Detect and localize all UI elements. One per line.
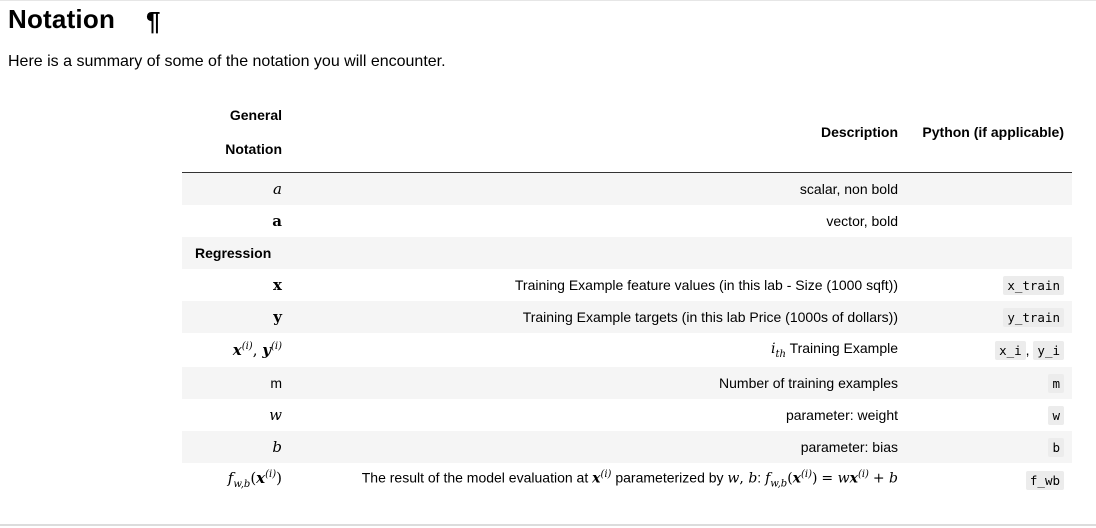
description-cell: parameter: bias xyxy=(800,438,898,455)
python-cell: f_wb xyxy=(906,463,1072,497)
top-border xyxy=(0,0,1096,1)
notation-cell: y xyxy=(273,307,282,326)
notation-cell: a xyxy=(273,179,282,198)
header-description: Description xyxy=(294,92,906,173)
code-x-i: x_i xyxy=(995,340,1026,360)
table-row: y Training Example targets (in this lab … xyxy=(182,300,1072,333)
code-y-i: y_i xyxy=(1033,340,1064,360)
header-python: Python (if applicable) xyxy=(906,92,1072,173)
code-m: m xyxy=(1048,373,1064,393)
python-cell: y_train xyxy=(906,301,1072,333)
description-cell: Training Example targets (in this lab Pr… xyxy=(522,308,898,325)
python-cell xyxy=(906,173,1072,205)
notation-cell: w xyxy=(269,405,282,424)
code-x-train: x_train xyxy=(1003,275,1064,295)
notation-cell: a xyxy=(272,211,282,230)
python-cell: x_i, y_i xyxy=(906,333,1072,367)
description-cell: vector, bold xyxy=(826,212,898,229)
notation-cell: m xyxy=(270,374,282,391)
notation-cell: b xyxy=(272,437,282,456)
code-y-train: y_train xyxy=(1003,307,1064,327)
description-cell: Number of training examples xyxy=(719,374,898,391)
description-cell: scalar, non bold xyxy=(799,180,898,197)
table-row-section: Regression xyxy=(182,236,1072,269)
notation-cell: x(i), y(i) xyxy=(232,340,282,359)
bottom-border xyxy=(0,524,1096,526)
python-cell: b xyxy=(906,431,1072,463)
python-cell xyxy=(906,205,1072,237)
python-cell: m xyxy=(906,367,1072,399)
table-row: a scalar, non bold xyxy=(182,172,1072,205)
code-f-wb: f_wb xyxy=(1025,470,1064,490)
description-cell: ith Training Example xyxy=(770,339,898,360)
table-row: fw,b(x(i)) The result of the model evalu… xyxy=(182,463,1072,497)
table-row: m Number of training examples m xyxy=(182,366,1072,399)
table-header-row: General Notation Description Python (if … xyxy=(182,92,1072,173)
table-row: w parameter: weight w xyxy=(182,399,1072,431)
python-cell: w xyxy=(906,399,1072,431)
table-row: x(i), y(i) ith Training Example x_i, y_i xyxy=(182,333,1072,367)
table-row: b parameter: bias b xyxy=(182,430,1072,463)
table-row: x Training Example feature values (in th… xyxy=(182,269,1072,301)
python-cell: x_train xyxy=(906,269,1072,301)
intro-text: Here is a summary of some of the notatio… xyxy=(8,53,446,70)
table-row: a vector, bold xyxy=(182,205,1072,237)
header-general: General xyxy=(229,107,282,123)
code-w: w xyxy=(1048,405,1064,425)
section-label: Regression xyxy=(195,244,272,261)
anchor-link[interactable]: ¶ xyxy=(146,4,160,38)
notation-table: General Notation Description Python (if … xyxy=(182,92,1072,497)
header-general-notation: General Notation xyxy=(182,92,294,173)
description-cell: parameter: weight xyxy=(785,406,898,423)
notation-cell: x xyxy=(273,275,282,294)
description-cell: The result of the model evaluation at x(… xyxy=(361,469,898,490)
code-b: b xyxy=(1048,437,1064,457)
page-title: Notation xyxy=(8,4,116,34)
header-notation: Notation xyxy=(225,141,282,157)
description-cell: Training Example feature values (in this… xyxy=(514,276,898,293)
notation-cell: fw,b(x(i)) xyxy=(227,469,282,490)
